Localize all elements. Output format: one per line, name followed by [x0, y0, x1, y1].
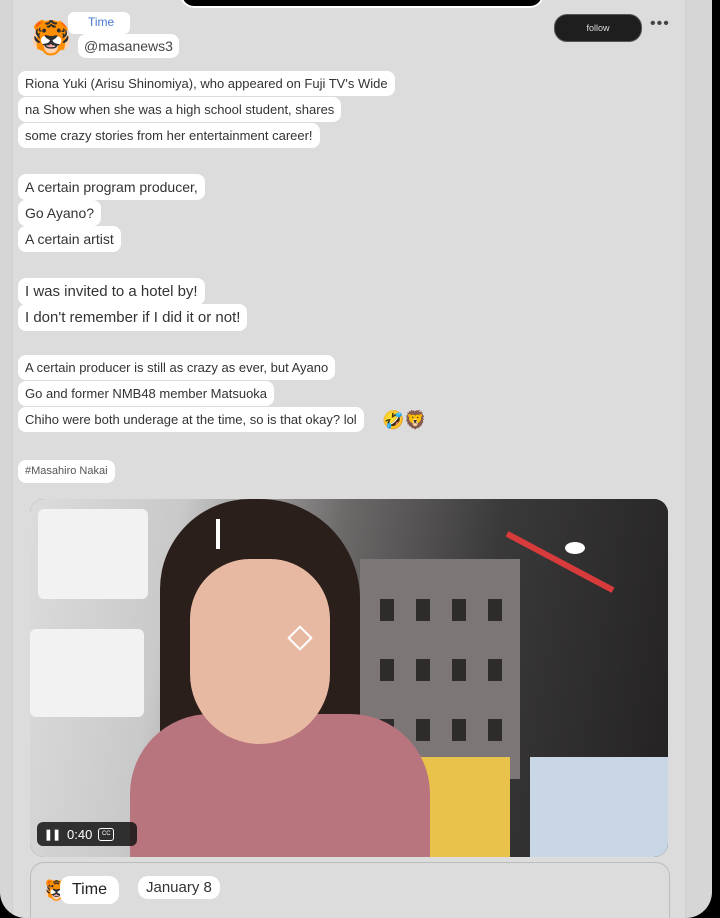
- next-post-date: January 8: [138, 876, 220, 899]
- post-text-line: A certain producer is still as crazy as …: [18, 355, 336, 380]
- post-time: Time: [68, 12, 130, 34]
- next-post-time: Time: [60, 876, 119, 904]
- post-text-line: I don't remember if I did it or not!: [18, 304, 248, 331]
- camera-notch: [180, 0, 544, 8]
- video-current-time: 0:40: [67, 826, 93, 842]
- background-window: [38, 509, 148, 599]
- post-text-line: A certain artist: [18, 226, 121, 252]
- background-board: [530, 757, 668, 857]
- post-text-line: na Show when she was a high school stude…: [18, 97, 342, 122]
- post-text-line: A certain program producer,: [18, 174, 205, 200]
- background-window: [30, 629, 144, 717]
- stage-light: [565, 542, 585, 554]
- phone-screen: 🐯 Time @masanews3 follow ••• Riona Yuki …: [0, 0, 712, 918]
- emoji-group: 🤣🦁: [382, 410, 427, 430]
- next-post-card[interactable]: [30, 862, 670, 918]
- video-player[interactable]: ❚❚ 0:40 CC: [30, 499, 668, 857]
- post-text-line: Riona Yuki (Arisu Shinomiya), who appear…: [18, 71, 395, 96]
- follow-button[interactable]: follow: [554, 14, 642, 42]
- pause-icon[interactable]: ❚❚: [41, 828, 63, 841]
- post-text-line: Chiho were both underage at the time, so…: [18, 407, 364, 432]
- post-text-line: I was invited to a hotel by!: [18, 278, 205, 305]
- post-text-line: Go and former NMB48 member Matsuoka: [18, 381, 275, 406]
- post-text-line: some crazy stories from her entertainmen…: [18, 123, 320, 148]
- post-text-line: Go Ayano?: [18, 200, 102, 226]
- more-options-icon[interactable]: •••: [650, 15, 670, 33]
- hashtag-link[interactable]: #Masahiro Nakai: [18, 460, 115, 483]
- overlay-bar: [216, 519, 220, 549]
- author-handle[interactable]: @masanews3: [78, 34, 179, 58]
- video-controls[interactable]: ❚❚ 0:40 CC: [37, 822, 137, 846]
- person-face: [190, 559, 330, 744]
- avatar[interactable]: 🐯: [30, 18, 70, 58]
- captions-icon[interactable]: CC: [98, 827, 115, 841]
